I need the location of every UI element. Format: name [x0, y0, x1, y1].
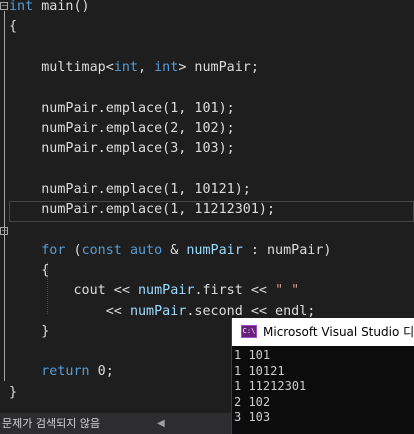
collapse-for-icon[interactable]: − [0, 227, 8, 235]
console-icon: C:\ [241, 325, 257, 338]
code-token: numPair [186, 242, 243, 258]
code-token: , [138, 59, 155, 75]
code-token: " " [275, 283, 300, 299]
code-line: multimap<int, int> numPair; [9, 58, 259, 78]
console-line: 1 101 [234, 348, 271, 362]
code-token: int [9, 0, 34, 14]
code-token: & [162, 242, 187, 258]
code-token: auto [129, 242, 163, 258]
code-token: { [9, 262, 50, 278]
code-line: } [9, 322, 49, 342]
code-line: numPair.emplace(1, 10121); [9, 180, 251, 200]
code-line: numPair.emplace(1, 101); [9, 99, 235, 119]
code-line: int main() [9, 0, 90, 17]
scroll-left-icon[interactable]: ◀ [157, 413, 165, 434]
console-titlebar[interactable]: C:\ Microsoft Visual Studio 디버그 콘솔 [232, 318, 414, 346]
code-token: const [81, 242, 122, 258]
code-line: numPair.emplace(3, 103); [9, 139, 235, 159]
debug-console-window[interactable]: C:\ Microsoft Visual Studio 디버그 콘솔 1 101… [231, 318, 414, 434]
console-output: 1 101 1 10121 1 11212301 2 102 3 103 [234, 348, 306, 426]
code-line: for (const auto & numPair : numPair) [9, 241, 332, 261]
fold-line [4, 11, 5, 381]
code-token: .first << [194, 283, 276, 299]
status-text: 문제가 검색되지 않음 [2, 417, 101, 430]
code-token: numPair.emplace(3, 103); [9, 141, 235, 157]
code-line: { [9, 17, 17, 37]
code-line: numPair.emplace(2, 102); [9, 119, 235, 139]
code-token: : numPair) [242, 242, 332, 258]
code-token: > numPair; [178, 59, 259, 75]
code-token: for [41, 242, 66, 258]
code-token: multimap< [9, 59, 114, 75]
code-token: { [9, 19, 18, 35]
code-token: } [9, 323, 50, 339]
console-line: 1 10121 [234, 363, 285, 378]
code-token: } [9, 384, 18, 400]
code-token: numPair [138, 283, 195, 299]
code-token: .second << endl; [186, 303, 316, 319]
code-token: << [9, 303, 130, 319]
console-title: Microsoft Visual Studio 디버그 콘솔 [263, 325, 414, 339]
code-line: return 0; [9, 362, 114, 382]
code-token: numPair.emplace(1, 11212301); [9, 202, 276, 217]
code-token: return [41, 364, 90, 380]
code-token: numPair.emplace(1, 101); [9, 100, 235, 116]
code-token: numPair [129, 303, 187, 319]
code-token: main() [33, 0, 90, 14]
code-token: ( [65, 242, 82, 258]
console-line: 1 11212301 [234, 379, 307, 393]
code-line: cout << numPair.first << " " [9, 281, 299, 301]
console-line: 2 102 [234, 394, 271, 409]
code-token: 0; [89, 364, 114, 380]
code-token: numPair.emplace(2, 102); [9, 120, 235, 136]
collapse-main-icon[interactable]: − [0, 2, 8, 10]
code-token: int [154, 59, 179, 75]
code-line: { [9, 261, 49, 281]
code-token: int [113, 59, 138, 75]
console-line: 3 103 [234, 410, 271, 424]
code-line: numPair.emplace(1, 11212301); [9, 200, 275, 220]
code-token: cout << [9, 283, 138, 299]
code-line: } [9, 383, 17, 403]
code-token: numPair.emplace(1, 10121); [9, 181, 251, 197]
